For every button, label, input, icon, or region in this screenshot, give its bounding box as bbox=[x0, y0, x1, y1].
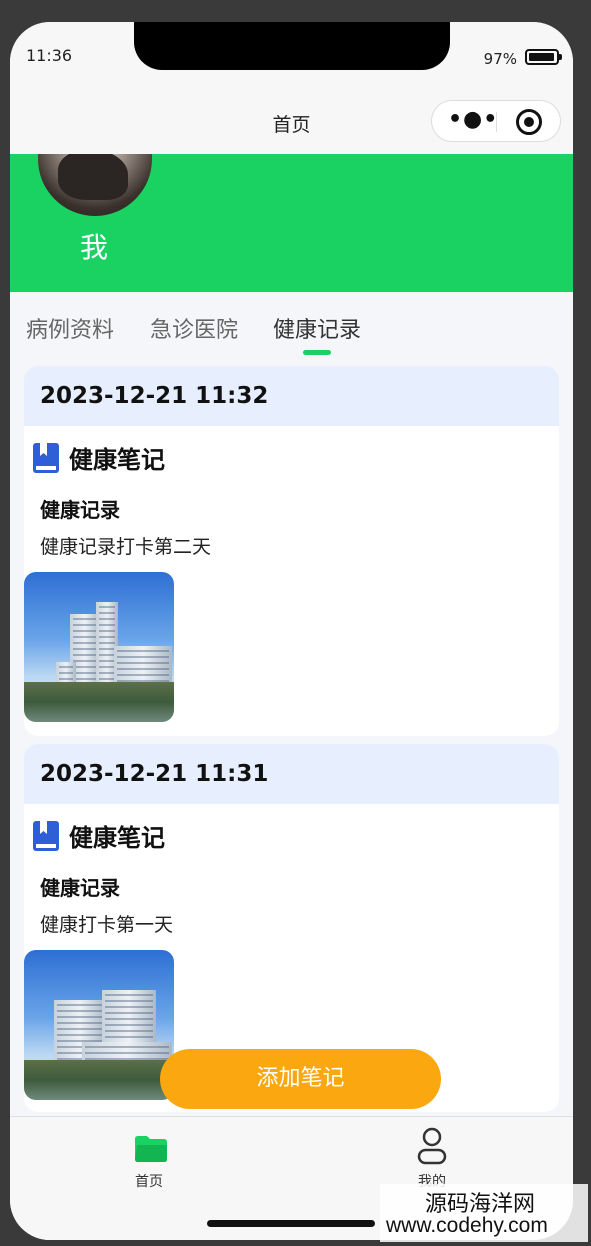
device-notch bbox=[134, 22, 450, 70]
watermark-en: www.codehy.com bbox=[386, 1214, 548, 1237]
navigation-bar: 首页 •●• bbox=[10, 92, 573, 154]
profile-name: 我 bbox=[80, 231, 109, 264]
tab-case-records[interactable]: 病例资料 bbox=[26, 312, 114, 344]
active-tab-indicator bbox=[303, 350, 331, 355]
book-icon bbox=[33, 821, 59, 851]
record-date: 2023-12-21 11:32 bbox=[24, 366, 559, 426]
status-time: 11:36 bbox=[26, 46, 73, 65]
tab-health-records[interactable]: 健康记录 bbox=[273, 312, 361, 344]
category-tabs: 病例资料 急诊医院 健康记录 bbox=[10, 292, 573, 366]
add-note-button[interactable]: 添加笔记 bbox=[160, 1049, 441, 1109]
battery-icon bbox=[525, 49, 562, 65]
book-icon bbox=[33, 443, 59, 473]
note-content: 健康打卡第一天 bbox=[40, 914, 174, 936]
tabbar-label-home: 首页 bbox=[135, 1174, 163, 1190]
hospital-building-photo[interactable] bbox=[24, 572, 174, 722]
phone-screen: 11:36 97% 首页 •●• 我 病例资料 急诊医院 健康记录 2023-1… bbox=[10, 22, 573, 1240]
more-dots-icon[interactable]: •●• bbox=[448, 109, 498, 131]
note-title: 健康笔记 bbox=[69, 446, 165, 474]
tabbar-item-home[interactable]: 首页 bbox=[89, 1117, 209, 1197]
capsule-divider bbox=[496, 112, 497, 132]
tab-emergency-hospitals[interactable]: 急诊医院 bbox=[150, 312, 238, 344]
person-icon bbox=[417, 1127, 447, 1165]
hospital-building-photo[interactable] bbox=[24, 950, 174, 1100]
profile-banner: 我 bbox=[10, 114, 573, 292]
record-date: 2023-12-21 11:31 bbox=[24, 744, 559, 804]
folder-icon bbox=[135, 1136, 167, 1162]
note-subtitle: 健康记录 bbox=[40, 498, 120, 522]
note-subtitle: 健康记录 bbox=[40, 876, 120, 900]
mini-program-capsule: •●• bbox=[431, 100, 561, 142]
note-title: 健康笔记 bbox=[69, 824, 165, 852]
note-content: 健康记录打卡第二天 bbox=[40, 536, 212, 558]
record-card[interactable]: 2023-12-21 11:32 健康笔记 健康记录 健康记录打卡第二天 bbox=[24, 366, 559, 736]
battery-percent: 97% bbox=[483, 50, 517, 68]
close-target-icon[interactable] bbox=[516, 109, 542, 135]
home-indicator bbox=[207, 1220, 375, 1227]
